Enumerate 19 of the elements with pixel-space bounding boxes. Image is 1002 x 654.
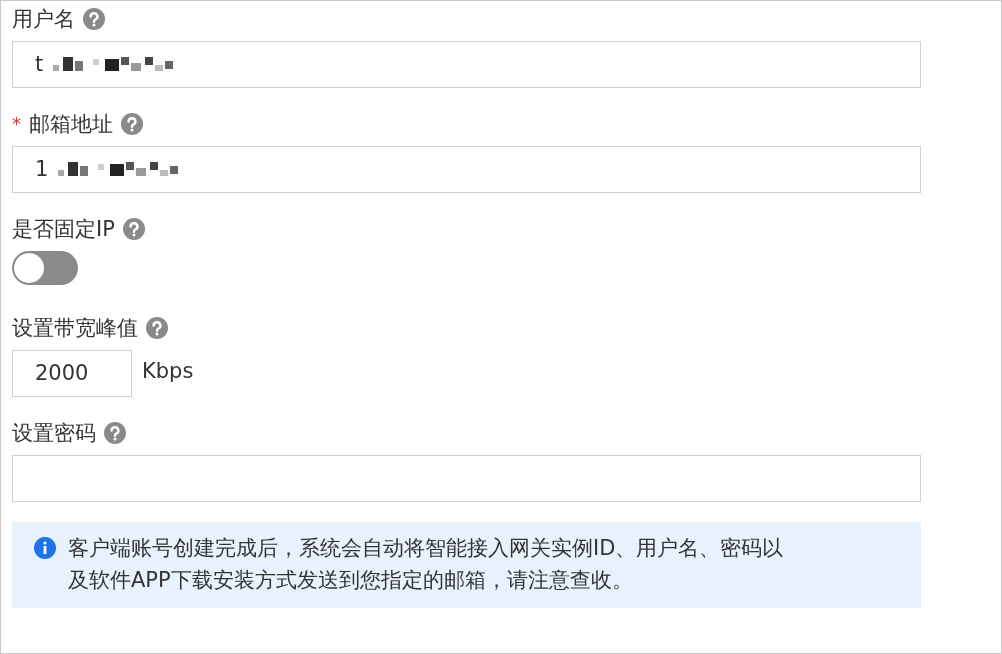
unit-label: Kbps	[142, 358, 194, 385]
field-label: 设置带宽峰值	[12, 315, 138, 342]
help-icon[interactable]	[122, 218, 145, 240]
notice-text: 客户端账号创建完成后，系统会自动将智能接入网关实例ID、用户名、密码以及软件APP下载安装方式发送到您指定的邮箱，请注意查收。	[68, 535, 785, 594]
input-field[interactable]	[12, 455, 921, 502]
field-label: 设置密码	[12, 420, 96, 447]
help-icon[interactable]	[146, 317, 168, 339]
help-icon[interactable]	[83, 8, 105, 30]
input-field[interactable]: t	[12, 41, 921, 88]
input-field[interactable]: 1	[12, 146, 921, 193]
field-label: 邮箱地址	[29, 111, 113, 138]
field-label: 是否固定IP	[12, 216, 115, 243]
help-icon[interactable]	[104, 422, 126, 444]
field-label: 用户名	[12, 6, 75, 33]
toggle-switch[interactable]	[12, 251, 78, 285]
info-icon	[34, 537, 56, 559]
number-field[interactable]: 2000	[12, 350, 132, 397]
required-mark: *	[12, 112, 21, 136]
help-icon[interactable]	[121, 113, 143, 135]
